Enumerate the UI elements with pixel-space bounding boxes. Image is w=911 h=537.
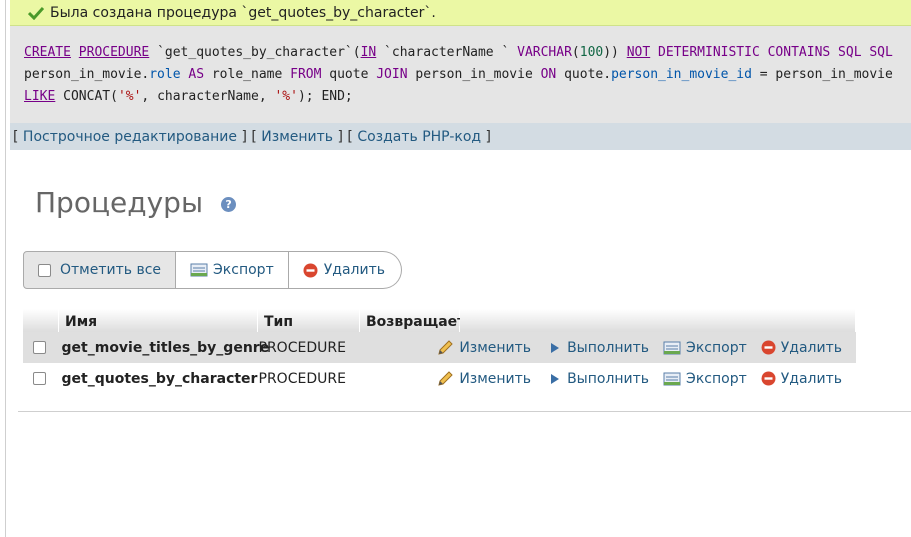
export-icon: [190, 263, 208, 277]
export-icon: [663, 341, 681, 354]
sql-token: 100: [579, 45, 604, 60]
sql-token[interactable]: LIKE: [24, 89, 55, 104]
sql-line-3: LIKE CONCAT('%', characterName, '%'); EN…: [24, 89, 353, 104]
row-checkbox[interactable]: [32, 341, 46, 354]
execute-label: Выполнить: [567, 339, 650, 356]
row-type: PROCEDURE: [258, 339, 346, 356]
header-name[interactable]: Имя: [59, 309, 258, 332]
row-edit-action[interactable]: Изменить: [437, 370, 531, 387]
row-export-action[interactable]: Экспорт: [663, 371, 747, 387]
checkbox-icon[interactable]: [38, 263, 51, 277]
row-export-action[interactable]: Экспорт: [663, 340, 747, 356]
export-all-label: Экспорт: [213, 262, 274, 278]
play-icon: [551, 342, 560, 353]
edit-label: Изменить: [459, 370, 532, 387]
export-label: Экспорт: [686, 370, 747, 387]
play-icon: [551, 373, 560, 384]
check-all-button[interactable]: Отметить все: [23, 251, 177, 289]
inline-edit-link[interactable]: Построчное редактирование: [23, 129, 237, 145]
delete-icon: [761, 340, 776, 355]
sql-token[interactable]: CREATE: [24, 45, 71, 60]
bulk-toolbar: Отметить все Экспорт Удалить: [23, 251, 402, 289]
success-message: Была создана процедура `get_quotes_by_ch…: [10, 0, 911, 26]
pencil-icon: [438, 371, 454, 386]
check-all-label: Отметить все: [60, 262, 162, 278]
success-text: Была создана процедура `get_quotes_by_ch…: [50, 4, 436, 21]
row-checkbox[interactable]: [32, 372, 46, 385]
row-delete-action[interactable]: Удалить: [761, 371, 842, 387]
sql-token[interactable]: NOT: [627, 45, 650, 60]
row-name: get_quotes_by_character: [61, 370, 258, 387]
checkmark-icon: [28, 6, 44, 20]
delete-icon: [303, 263, 318, 277]
procedures-table: Имя Тип Возвращает get_movie_titles_by_g…: [23, 309, 856, 394]
export-all-button[interactable]: Экспорт: [176, 251, 289, 289]
divider: [18, 411, 911, 412]
row-execute-action[interactable]: Выполнить: [545, 371, 649, 387]
row-execute-action[interactable]: Выполнить: [545, 340, 649, 356]
sql-line-2: person_in_movie.role AS role_name FROM q…: [24, 67, 893, 82]
header-returns[interactable]: Возвращает: [360, 309, 465, 332]
pencil-icon: [438, 340, 454, 355]
row-edit-action[interactable]: Изменить: [437, 339, 531, 356]
header-type[interactable]: Тип: [258, 309, 360, 332]
delete-label: Удалить: [780, 370, 842, 387]
delete-icon: [761, 371, 776, 386]
left-border: [5, 0, 6, 537]
delete-all-label: Удалить: [323, 262, 385, 278]
header-actions: [460, 309, 856, 332]
table-header: Имя Тип Возвращает: [23, 309, 856, 332]
sql-token[interactable]: IN: [361, 45, 377, 60]
sql-line-1: CREATE PROCEDURE `get_quotes_by_characte…: [24, 45, 893, 60]
table-row: get_movie_titles_by_genre PROCEDURE Изме…: [23, 332, 856, 363]
query-actions-bar: [ Построчное редактирование ] [ Изменить…: [10, 123, 911, 150]
edit-label: Изменить: [459, 339, 532, 356]
header-checkbox-col: [23, 309, 59, 332]
row-name: get_movie_titles_by_genre: [61, 339, 270, 356]
page-title: Процедуры ?: [35, 186, 237, 219]
export-label: Экспорт: [686, 339, 747, 356]
sql-token: VARCHAR: [517, 45, 572, 60]
execute-label: Выполнить: [567, 370, 650, 387]
page-title-text: Процедуры: [35, 186, 204, 219]
table-row: get_quotes_by_character PROCEDURE Измени…: [23, 363, 856, 394]
delete-label: Удалить: [780, 339, 842, 356]
sql-token[interactable]: PROCEDURE: [79, 45, 149, 60]
delete-all-button[interactable]: Удалить: [288, 251, 402, 289]
help-icon[interactable]: ?: [221, 197, 237, 212]
row-delete-action[interactable]: Удалить: [761, 340, 842, 356]
export-icon: [663, 372, 681, 385]
edit-link[interactable]: Изменить: [261, 129, 333, 145]
sql-query-box: CREATE PROCEDURE `get_quotes_by_characte…: [10, 26, 911, 123]
row-type: PROCEDURE: [258, 370, 346, 387]
create-php-link[interactable]: Создать PHP-код: [357, 129, 481, 145]
